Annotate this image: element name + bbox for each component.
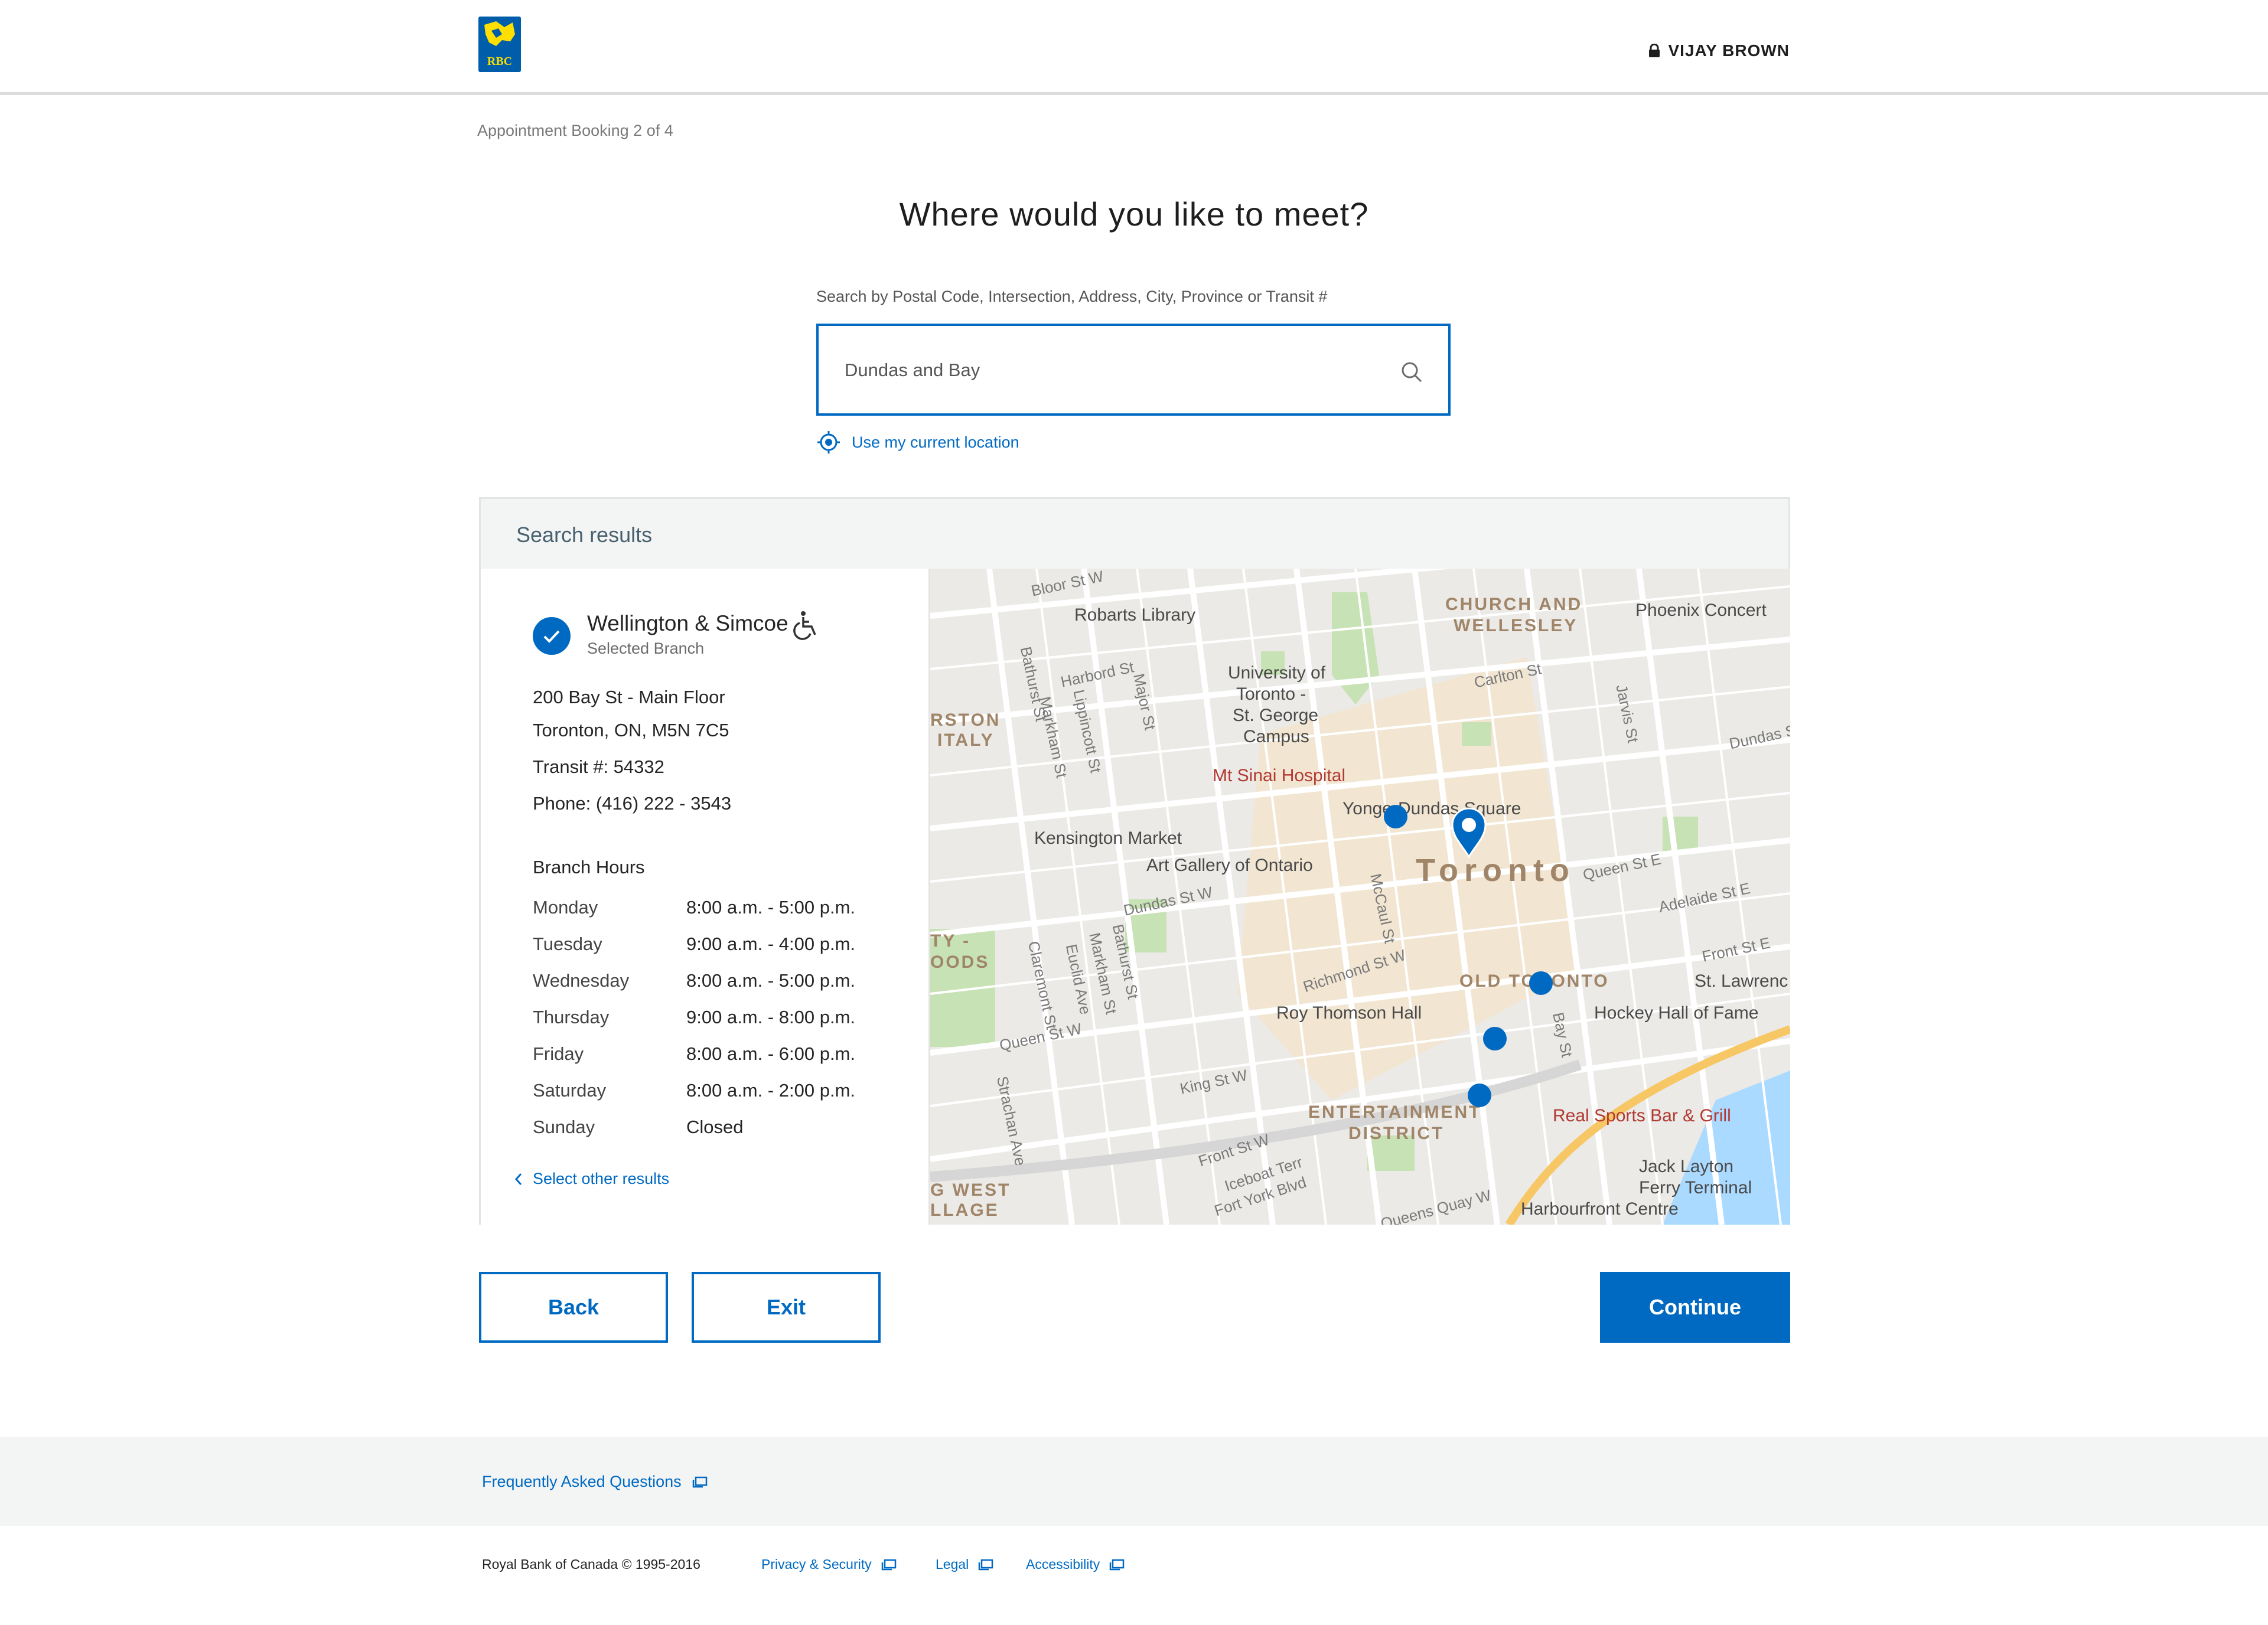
- site-header: RBC VIJAY BROWN: [0, 0, 2268, 95]
- crosshair-icon: [817, 431, 840, 453]
- use-location-label: Use my current location: [852, 433, 1019, 451]
- svg-text:RBC: RBC: [487, 55, 512, 68]
- hours-time: 8:00 a.m. - 5:00 p.m.: [686, 897, 856, 918]
- footer-legal-bar: Royal Bank of Canada © 1995-2016 Privacy…: [0, 1526, 2268, 1625]
- branch-marker[interactable]: [1383, 804, 1409, 830]
- faq-link[interactable]: Frequently Asked Questions: [482, 1473, 708, 1491]
- hours-day: Monday: [533, 897, 598, 918]
- hours-day: Friday: [533, 1043, 584, 1064]
- branch-map[interactable]: Bloor St W Robarts Library CHURCH AND WE…: [930, 569, 1790, 1225]
- search-results-panel: Search results Wellington & Simcoe Selec…: [479, 497, 1790, 1225]
- faq-label: Frequently Asked Questions: [482, 1473, 682, 1490]
- map-label: Toronto: [1416, 853, 1575, 888]
- address-line-2: Toronton, ON, M5N 7C5: [533, 720, 729, 740]
- footer-faq-bar: Frequently Asked Questions: [0, 1437, 2268, 1526]
- hours-day: Thursday: [533, 1007, 610, 1027]
- map-label: Campus: [1243, 727, 1309, 746]
- selected-check-icon[interactable]: [533, 617, 571, 655]
- use-current-location-link[interactable]: Use my current location: [816, 430, 1019, 455]
- map-label: Harbourfront Centre: [1521, 1199, 1679, 1219]
- back-button[interactable]: Back: [479, 1272, 668, 1343]
- hours-title: Branch Hours: [533, 857, 645, 877]
- select-other-label: Select other results: [533, 1170, 670, 1187]
- phone-number: Phone: (416) 222 - 3543: [533, 793, 732, 814]
- map-label: Ferry Terminal: [1639, 1178, 1752, 1197]
- external-window-icon: [881, 1559, 896, 1570]
- hours-time: 8:00 a.m. - 6:00 p.m.: [686, 1043, 856, 1064]
- hours-time: 8:00 a.m. - 5:00 p.m.: [686, 970, 856, 991]
- map-label: Real Sports Bar & Grill: [1553, 1106, 1731, 1125]
- transit-number: Transit #: 54332: [533, 756, 664, 777]
- hours-time: 9:00 a.m. - 8:00 p.m.: [686, 1007, 856, 1027]
- hours-time: 8:00 a.m. - 2:00 p.m.: [686, 1080, 856, 1101]
- map-label: Mt Sinai Hospital: [1213, 766, 1346, 785]
- accessibility-link[interactable]: Accessibility: [1026, 1557, 1125, 1572]
- copyright: Royal Bank of Canada © 1995-2016: [482, 1557, 700, 1572]
- map-label: University of: [1228, 663, 1326, 683]
- map-label: RSTON: [930, 710, 1001, 730]
- rbc-logo[interactable]: RBC: [478, 17, 521, 72]
- continue-button[interactable]: Continue: [1600, 1272, 1790, 1343]
- map-label: LLAGE: [930, 1200, 999, 1220]
- map-label: Toronto -: [1236, 684, 1306, 704]
- branch-marker[interactable]: [1482, 1026, 1508, 1052]
- results-heading: Search results: [516, 523, 653, 547]
- branch-marker[interactable]: [1467, 1082, 1493, 1108]
- legal-link[interactable]: Legal: [936, 1557, 993, 1572]
- page-title: Where would you like to meet?: [899, 195, 1369, 233]
- map-label: Robarts Library: [1074, 605, 1196, 625]
- search-label: Search by Postal Code, Intersection, Add…: [816, 288, 1328, 305]
- select-other-results-link[interactable]: Select other results: [514, 1170, 669, 1188]
- map-label: Hockey Hall of Fame: [1594, 1003, 1759, 1023]
- map-label: ITALY: [937, 730, 995, 750]
- address-line-1: 200 Bay St - Main Floor: [533, 687, 725, 707]
- hours-day: Saturday: [533, 1080, 607, 1101]
- user-name: VIJAY BROWN: [1668, 41, 1790, 60]
- map-label: Art Gallery of Ontario: [1146, 856, 1313, 875]
- search-input[interactable]: [843, 326, 1377, 415]
- external-window-icon: [692, 1476, 707, 1487]
- external-window-icon: [979, 1559, 993, 1570]
- map-label: St. Lawrenc: [1695, 971, 1788, 991]
- breadcrumb: Appointment Booking 2 of 4: [477, 122, 673, 139]
- privacy-label: Privacy & Security: [761, 1557, 872, 1572]
- search-field[interactable]: [816, 324, 1451, 416]
- user-menu[interactable]: VIJAY BROWN: [1648, 41, 1790, 60]
- branch-details: Wellington & Simcoe Selected Branch 200 …: [481, 569, 930, 1225]
- map-label: DISTRICT: [1348, 1124, 1445, 1143]
- accessibility-label: Accessibility: [1026, 1557, 1100, 1572]
- selected-branch-pin-icon[interactable]: [1450, 806, 1488, 859]
- legal-label: Legal: [936, 1557, 969, 1572]
- map-label: ENTERTAINMENT: [1308, 1102, 1482, 1122]
- map-label: OODS: [930, 952, 990, 972]
- map-label: Kensington Market: [1034, 828, 1182, 848]
- hours-day: Wednesday: [533, 970, 630, 991]
- map-label: Jack Layton: [1639, 1157, 1734, 1176]
- lock-icon: [1648, 44, 1660, 57]
- hours-day: Tuesday: [533, 934, 602, 954]
- map-label: Yonge-Dundas Square: [1342, 799, 1521, 818]
- search-icon[interactable]: [1400, 360, 1423, 384]
- branch-name: Wellington & Simcoe: [587, 611, 788, 635]
- map-label: G WEST: [930, 1180, 1011, 1200]
- map-label: CHURCH AND: [1445, 595, 1583, 614]
- map-label: Roy Thomson Hall: [1276, 1003, 1422, 1023]
- hours-day: Sunday: [533, 1117, 595, 1137]
- hours-time: 9:00 a.m. - 4:00 p.m.: [686, 934, 856, 954]
- hours-time: Closed: [686, 1117, 744, 1137]
- map-label: TY -: [930, 931, 971, 951]
- results-header: Search results: [481, 499, 1788, 570]
- map-label: WELLESLEY: [1454, 616, 1578, 635]
- map-label: St. George: [1233, 706, 1319, 725]
- exit-button[interactable]: Exit: [692, 1272, 881, 1343]
- external-window-icon: [1110, 1559, 1125, 1570]
- branch-marker[interactable]: [1528, 970, 1554, 996]
- wheelchair-icon: [793, 611, 816, 640]
- map-label: Phoenix Concert: [1635, 601, 1767, 620]
- chevron-left-icon: [514, 1173, 522, 1185]
- branch-status: Selected Branch: [587, 639, 705, 657]
- privacy-link[interactable]: Privacy & Security: [761, 1557, 897, 1572]
